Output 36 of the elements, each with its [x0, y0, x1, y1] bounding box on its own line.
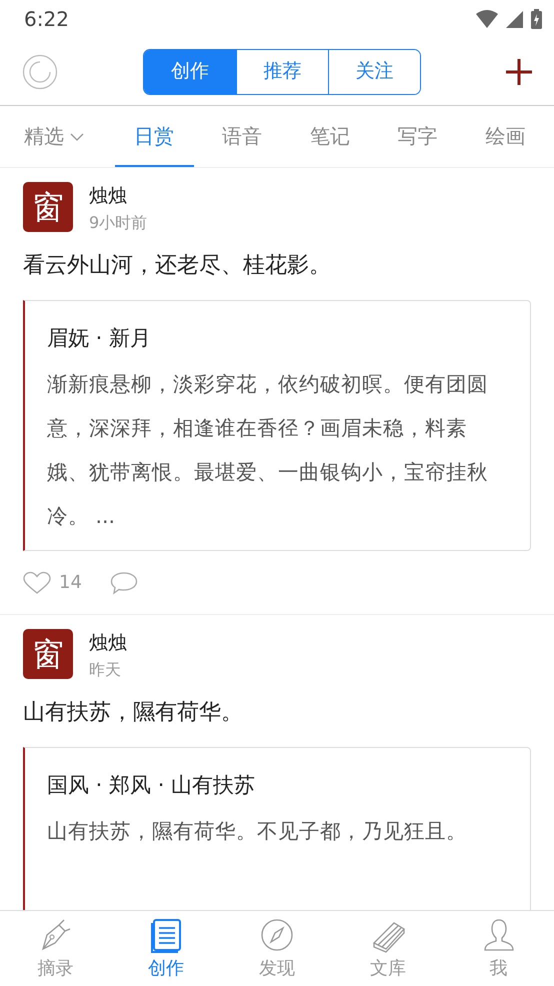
loading-icon[interactable]: [22, 54, 58, 90]
quote-title: 眉妩 · 新月: [47, 324, 152, 352]
quote-text: 山有扶苏，隰有荷华。不见子都，乃见狂且。: [47, 818, 468, 845]
author-name[interactable]: 烛烛: [89, 182, 148, 210]
category-tab[interactable]: 日赏: [114, 106, 194, 167]
nav-tab[interactable]: 文库: [332, 911, 444, 986]
category-tab[interactable]: 语音: [202, 106, 282, 167]
battery-icon: [531, 9, 542, 29]
post-text: 山有扶苏，隰有荷华。: [23, 698, 244, 726]
segment-tab[interactable]: 关注: [328, 50, 420, 94]
quote-card[interactable]: 眉妩 · 新月 渐新痕悬柳，淡彩穿花，依约破初暝。便有团圆意，深深拜，相逢谁在香径？画眉未稳，料素娥、犹带离恨。最堪爱、一曲银钩小，宝帘挂秋冷。 ...: [23, 300, 531, 551]
post-time: 昨天: [89, 658, 122, 680]
author-name[interactable]: 烛烛: [89, 629, 127, 658]
status-time: 6:22: [24, 6, 69, 33]
comment-icon[interactable]: [110, 570, 138, 594]
signal-icon: [506, 10, 523, 28]
avatar[interactable]: 窗: [23, 182, 73, 232]
category-tab[interactable]: 绘画: [466, 106, 545, 167]
wifi-icon: [476, 10, 498, 28]
quote-title: 国风 · 郑风 · 山有扶苏: [47, 772, 256, 798]
avatar[interactable]: 窗: [23, 629, 73, 679]
nav-tab[interactable]: 发现: [222, 911, 332, 986]
nav-tab[interactable]: 我: [443, 911, 554, 986]
post-text: 看云外山河，还老尽、桂花影。: [23, 252, 332, 280]
segment-tab[interactable]: 创作: [144, 50, 236, 94]
nav-tab[interactable]: 创作: [110, 911, 222, 986]
post-time: 9小时前: [89, 212, 148, 234]
quote-text: 渐新痕悬柳，淡彩穿花，依约破初暝。便有团圆意，深深拜，相逢谁在香径？画眉未稳，料素娥、犹带离恨。最堪爱、一曲银钩小，宝帘挂秋冷。 ...: [47, 371, 489, 530]
category-tab[interactable]: 写字: [378, 106, 458, 167]
heart-icon[interactable]: [23, 570, 51, 594]
nav-tab[interactable]: 摘录: [0, 911, 111, 986]
add-icon[interactable]: [506, 58, 532, 84]
category-tab[interactable]: 笔记: [290, 106, 370, 167]
category-tab[interactable]: 精选: [24, 106, 115, 167]
compass-icon: [258, 917, 295, 953]
like-count: 14: [59, 571, 82, 595]
